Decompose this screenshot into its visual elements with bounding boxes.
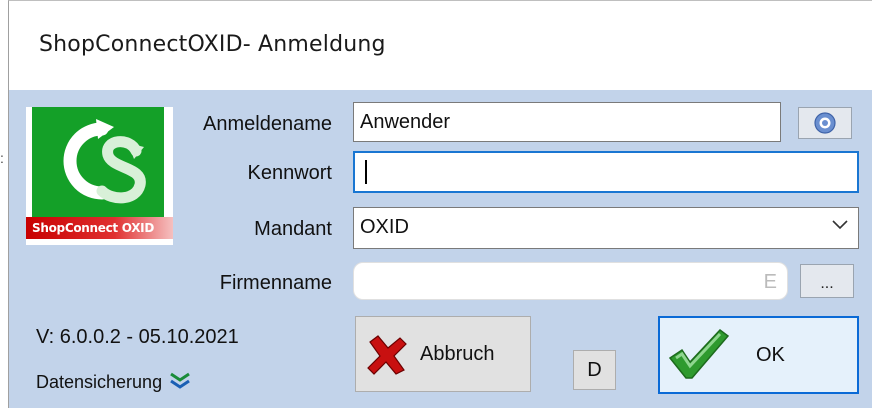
username-label: Anmeldename [203, 113, 332, 135]
red-x-icon [367, 335, 407, 375]
client-selected-value: OXID [360, 216, 409, 238]
ok-label: OK [756, 344, 785, 366]
ok-button[interactable]: OK [658, 316, 859, 394]
text-caret [365, 160, 367, 184]
window-title: ShopConnectOXID- Anmeldung [39, 32, 386, 57]
help-icon [814, 112, 836, 134]
double-chevron-down-icon [170, 372, 190, 389]
client-select[interactable]: OXID [353, 207, 859, 249]
shopconnect-logo: ShopConnect OXID [26, 107, 173, 245]
cancel-button[interactable]: Abbruch [355, 316, 531, 392]
chevron-down-icon [832, 220, 848, 230]
green-check-icon [668, 328, 730, 379]
backup-link[interactable]: Datensicherung [36, 372, 191, 393]
logo-green-panel [32, 107, 164, 217]
password-field[interactable] [353, 151, 859, 193]
logo-banner: ShopConnect OXID [26, 217, 173, 239]
title-bar: ShopConnectOXID- Anmeldung [8, 0, 872, 90]
logo-text: ShopConnect OXID [32, 221, 154, 235]
client-label: Mandant [254, 218, 332, 240]
username-field[interactable]: Anwender [353, 102, 781, 142]
cancel-label: Abbruch [420, 343, 495, 365]
d-button[interactable]: D [573, 350, 616, 390]
password-label: Kennwort [247, 162, 333, 184]
company-field[interactable]: E [353, 262, 788, 300]
edge-artifact: : [0, 150, 4, 166]
company-label: Firmenname [219, 272, 332, 294]
company-truncated-text: E [763, 271, 777, 293]
version-text: V: 6.0.0.2 - 05.10.2021 [36, 326, 239, 348]
cs-logo-icon [63, 119, 146, 204]
help-button[interactable] [798, 107, 852, 139]
company-browse-button[interactable]: ... [800, 264, 854, 298]
backup-label: Datensicherung [36, 372, 163, 392]
